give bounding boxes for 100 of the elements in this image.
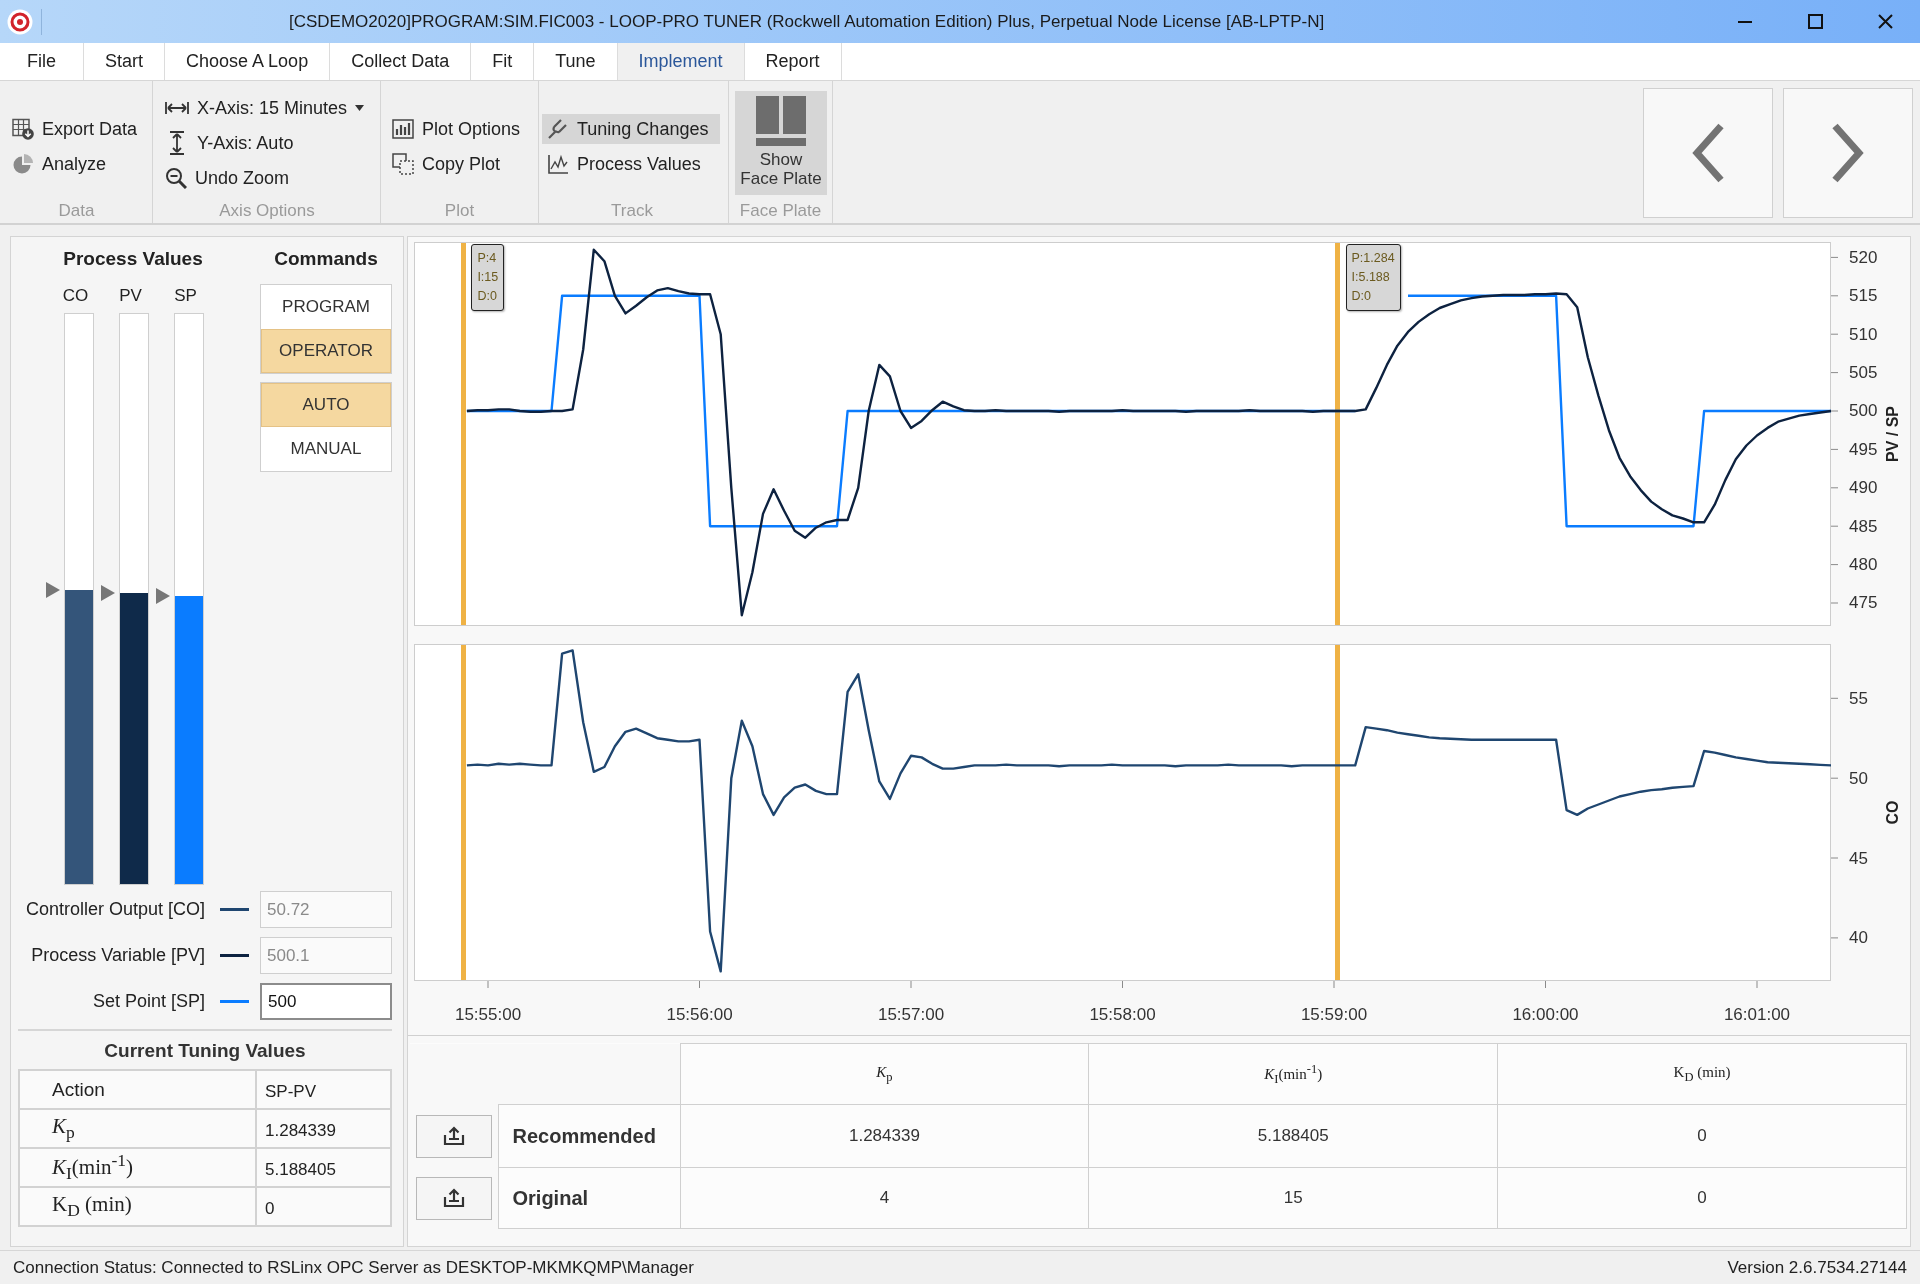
status-text: Connection Status: Connected to RSLinx OPC Server as DESKTOP-MKMKQMP\Manager	[13, 1257, 694, 1278]
upload-icon	[442, 1188, 465, 1208]
ribbon-button[interactable]: Tuning Changes	[542, 114, 721, 144]
version-text: Version 2.6.7534.27144	[1727, 1257, 1907, 1278]
column-header: K$_{I}$(min$^{-1}$)	[1088, 1043, 1498, 1105]
menu-tab[interactable]: Implement	[617, 43, 745, 80]
horizontal-range-icon	[165, 101, 189, 115]
table-cell: K$_{p}$	[19, 1109, 256, 1148]
y-tick-label: 50	[1849, 768, 1868, 788]
ribbon-button[interactable]: X-Axis: 15 Minutes	[160, 93, 377, 123]
bar-label: CO	[61, 286, 90, 306]
y-tick-label: 480	[1849, 555, 1878, 575]
zoom-out-icon	[165, 167, 187, 189]
tuning-label: P:4 I:15 D:0	[471, 244, 505, 311]
ribbon-button[interactable]: Undo Zoom	[160, 163, 302, 193]
app-logo-icon	[7, 8, 33, 35]
mode-button[interactable]: OPERATOR	[261, 329, 391, 373]
bar-label: SP	[173, 286, 198, 306]
ribbon-button[interactable]: Analyze	[7, 149, 119, 179]
table-cell: 15	[1088, 1167, 1498, 1229]
ribbon-button[interactable]: Process Values	[542, 149, 713, 179]
mode-button[interactable]: AUTO	[261, 383, 391, 427]
table-cell: 1.284339	[680, 1104, 1089, 1168]
y-tick-label: 40	[1849, 928, 1868, 948]
group-label: Axis Options	[218, 200, 316, 222]
value-field[interactable]: 500	[260, 983, 392, 1020]
table-export-icon	[12, 118, 34, 140]
mode-button[interactable]: MANUAL	[261, 427, 391, 471]
face-plate-button[interactable]: Show Face Plate	[735, 91, 827, 195]
y-tick-label: 520	[1849, 247, 1878, 267]
section-heading: Process Values	[62, 248, 204, 270]
level-pointer-icon	[101, 585, 115, 602]
y-tick-label: 490	[1849, 478, 1878, 498]
table-cell: SP-PV	[256, 1070, 391, 1109]
upload-icon	[442, 1126, 465, 1146]
implement-button[interactable]	[415, 1176, 492, 1220]
axis-title: PV / SP	[1883, 406, 1901, 462]
section-heading: Commands	[273, 248, 379, 270]
signal-label: Set Point [SP]	[91, 991, 205, 1012]
table-cell: 0	[1497, 1167, 1907, 1229]
tuning-fork-icon	[547, 118, 569, 140]
x-tick-label: 16:00:00	[1512, 1004, 1579, 1024]
mode-button[interactable]: PROGRAM	[261, 285, 391, 329]
group-label: Plot	[443, 200, 476, 222]
row-label: Original	[498, 1167, 680, 1229]
chevron-left-icon	[1691, 123, 1725, 183]
bar-label: PV	[118, 286, 143, 306]
axis-title: CO	[1883, 800, 1901, 825]
row-label: Recommended	[498, 1104, 680, 1168]
signal-label: Process Variable [PV]	[30, 945, 205, 966]
x-tick-label: 15:59:00	[1300, 1004, 1368, 1024]
y-tick-label: 515	[1849, 286, 1878, 306]
y-tick-label: 510	[1849, 324, 1878, 344]
group-label: Face Plate	[738, 200, 823, 222]
close-icon	[1877, 14, 1893, 29]
table-cell: 0	[1497, 1104, 1907, 1168]
y-tick-label: 495	[1849, 439, 1878, 459]
level-pointer-icon	[46, 582, 60, 599]
ribbon-button[interactable]: Plot Options	[387, 114, 533, 144]
table-cell: 5.188405	[256, 1148, 391, 1187]
tuning-label: P:1.284 I:5.188 D:0	[1345, 244, 1401, 311]
y-tick-label: 45	[1849, 848, 1868, 868]
panel-layout-icon	[756, 96, 806, 146]
x-tick-label: 15:55:00	[454, 1004, 522, 1024]
forward-button[interactable]	[1783, 88, 1913, 218]
table-cell: Action	[19, 1070, 256, 1109]
vertical-range-icon	[169, 131, 185, 155]
table-cell: 4	[680, 1167, 1089, 1229]
table-cell: 1.284339	[256, 1109, 391, 1148]
section-heading: Current Tuning Values	[103, 1040, 307, 1062]
table-cell: 0	[256, 1187, 391, 1226]
x-tick-label: 15:58:00	[1089, 1004, 1156, 1024]
x-tick-label: 15:57:00	[877, 1004, 945, 1024]
group-label: Data	[57, 200, 96, 222]
table-cell: K$_{I}$(min$^{-1}$)	[19, 1148, 256, 1187]
table-cell: K$_{D}$ (min)	[19, 1187, 256, 1226]
ribbon-button[interactable]: Y-Axis: Auto	[160, 128, 306, 158]
ribbon-button[interactable]: Export Data	[7, 114, 150, 144]
column-header: K$_{p}$	[680, 1043, 1089, 1105]
column-header: K$_{D}$ (min)	[1497, 1043, 1907, 1105]
bar-chart-icon	[392, 119, 414, 139]
copy-icon	[392, 153, 414, 175]
pie-chart-icon	[12, 153, 34, 175]
back-button[interactable]	[1643, 88, 1773, 218]
y-tick-label: 505	[1849, 363, 1878, 383]
y-tick-label: 475	[1849, 593, 1878, 613]
caret-icon	[355, 105, 365, 111]
maximize-icon	[1807, 14, 1823, 29]
signal-label: Controller Output [CO]	[24, 899, 205, 920]
chevron-right-icon	[1831, 123, 1865, 183]
implement-button[interactable]	[415, 1114, 492, 1158]
level-pointer-icon	[156, 588, 170, 605]
window-title: [CSDEMO2020]PROGRAM:SIM.FIC003 - LOOP-PRO TUNER (Rockwell Automation Edition) Plus, Perpetual Node License [AB-LPTP-N]	[289, 11, 1325, 32]
y-tick-label: 485	[1849, 516, 1878, 536]
x-tick-label: 16:01:00	[1723, 1004, 1791, 1024]
y-tick-label: 500	[1849, 401, 1878, 421]
y-tick-label: 55	[1849, 688, 1868, 708]
x-tick-label: 15:56:00	[666, 1004, 733, 1024]
ribbon-button[interactable]: Copy Plot	[387, 149, 513, 179]
line-chart-icon	[547, 153, 569, 175]
